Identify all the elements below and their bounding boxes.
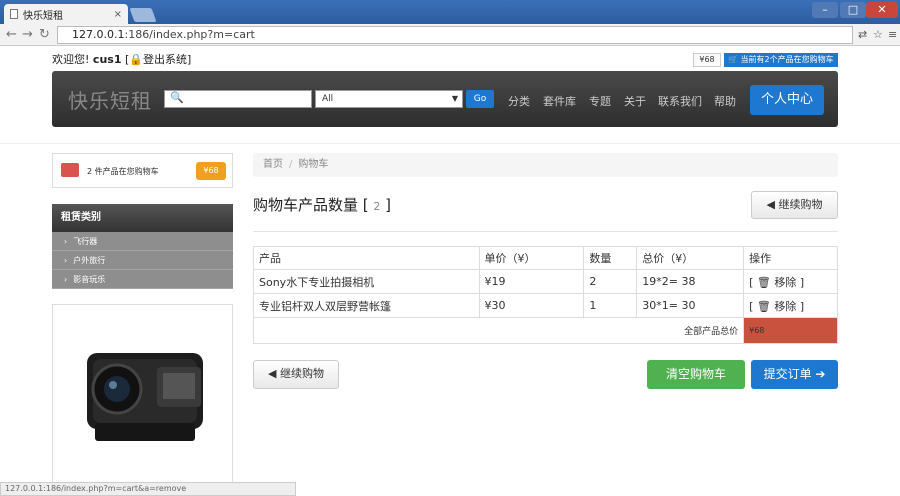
sidebar-item-aircraft[interactable]: › 飞行器 — [52, 232, 233, 251]
search-go-button[interactable]: Go — [466, 90, 494, 108]
title-rule — [253, 231, 838, 232]
welcome-text: 欢迎您! — [52, 53, 90, 66]
translate-icon[interactable]: ⇄ — [858, 28, 867, 41]
remove-link[interactable]: [ 🗑 移除 ] — [743, 293, 838, 318]
clear-cart-button[interactable]: 清空购物车 — [647, 360, 745, 389]
mini-cart-price: ¥68 — [693, 53, 721, 67]
forward-icon[interactable]: → — [22, 27, 33, 42]
header-qty: 数量 — [583, 246, 638, 270]
trash-icon: 🗑 — [756, 275, 771, 289]
arrow-left-icon: ◀ — [268, 367, 280, 380]
header-product: 产品 — [253, 246, 480, 270]
maximize-icon[interactable]: □ — [840, 2, 866, 18]
user-center-button[interactable]: 个人中心 — [750, 85, 824, 115]
product-name[interactable]: Sony水下专业拍摄相机 — [253, 269, 480, 294]
sidebar-cart-price: ¥68 — [196, 162, 226, 180]
featured-product-panel[interactable] — [52, 304, 233, 489]
tab-title: 快乐短租 — [23, 10, 63, 22]
continue-shopping-button-top[interactable]: ◀ 继续购物 — [751, 191, 838, 219]
minimize-icon[interactable]: – — [812, 2, 838, 18]
unit-price: ¥19 — [478, 269, 585, 294]
nav-link-kits[interactable]: 套件库 — [543, 93, 576, 109]
search-icon: 🔍 — [170, 91, 184, 104]
row-total: 30*1= 30 — [636, 293, 745, 318]
new-tab-button[interactable] — [129, 8, 157, 22]
nav-link-category[interactable]: 分类 — [508, 93, 530, 109]
total-label: 全部产品总价 — [252, 317, 745, 344]
browser-tabbar: 快乐短租 × – □ ✕ — [0, 0, 900, 24]
header-action: 操作 — [743, 246, 838, 270]
category-select-value: All — [322, 94, 334, 104]
cart-icon — [61, 163, 79, 177]
breadcrumb-home[interactable]: 首页 — [263, 159, 283, 170]
welcome-line: 欢迎您! cus1 [🔒登出系统] — [52, 51, 191, 67]
row-total: 19*2= 38 — [636, 269, 745, 294]
chevron-right-icon: › — [64, 237, 68, 246]
nav-link-contact[interactable]: 联系我们 — [658, 93, 702, 109]
total-value: ¥68 — [743, 317, 838, 344]
address-bar: ← → ↻ 127.0.0.1:186/index.php?m=cart ⇄ ☆… — [0, 24, 900, 46]
back-icon[interactable]: ← — [6, 27, 17, 42]
remove-link[interactable]: [ 🗑 移除 ] — [743, 269, 838, 294]
header-divider — [0, 143, 900, 144]
main-navbar: 快乐短租 🔍 All ▼ Go 分类 套件库 专题 关于 联系我们 帮助 个人中… — [52, 71, 838, 127]
quantity: 2 — [583, 269, 638, 294]
browser-status-bar: 127.0.0.1:186/index.php?m=cart&a=remove — [0, 482, 296, 496]
header-unit-price: 单价（¥） — [478, 246, 585, 270]
tab-close-icon[interactable]: × — [114, 9, 122, 20]
logout-link[interactable]: [🔒登出系统] — [125, 53, 191, 66]
product-name[interactable]: 专业铝杆双人双层野营帐篷 — [253, 293, 480, 318]
bookmark-star-icon[interactable]: ☆ — [873, 28, 883, 41]
chevron-right-icon: › — [64, 275, 68, 284]
page-icon — [10, 9, 18, 19]
mini-cart-button[interactable]: 🛒 当前有2个产品在您购物车 — [724, 53, 838, 67]
sidebar-cart-text: 2 件产品在您购物车 — [87, 167, 159, 176]
username: cus1 — [92, 53, 122, 66]
category-heading: 租赁类别 — [52, 204, 233, 232]
camera-image — [87, 353, 203, 441]
close-window-icon[interactable]: ✕ — [866, 2, 898, 18]
chevron-right-icon: › — [64, 256, 68, 265]
breadcrumb-current: 购物车 — [298, 159, 329, 170]
nav-link-about[interactable]: 关于 — [624, 93, 646, 109]
browser-tab[interactable]: 快乐短租 × — [4, 4, 128, 24]
breadcrumb: 首页 / 购物车 — [253, 153, 838, 177]
cart-table: 产品 单价（¥） 数量 总价（¥） 操作 Sony水下专业拍摄相机 ¥19 2 … — [252, 246, 838, 344]
header-total: 总价（¥） — [636, 246, 745, 270]
quantity: 1 — [583, 293, 638, 318]
submit-order-button[interactable]: 提交订单 ➔ — [751, 360, 838, 389]
nav-link-help[interactable]: 帮助 — [714, 93, 736, 109]
menu-icon[interactable]: ≡ — [888, 28, 897, 41]
category-select[interactable]: All ▼ — [315, 90, 463, 108]
trash-icon: 🗑 — [756, 299, 771, 313]
cart-count: 2 — [373, 200, 381, 213]
sidebar-item-outdoor[interactable]: › 户外旅行 — [52, 251, 233, 270]
table-row: Sony水下专业拍摄相机 ¥19 2 19*2= 38 [ 🗑 移除 ] — [253, 269, 838, 294]
sidebar-item-media[interactable]: › 影音玩乐 — [52, 270, 233, 289]
url-field[interactable]: 127.0.0.1:186/index.php?m=cart — [57, 26, 853, 44]
page-title: 购物车产品数量 [ 2 ] — [253, 196, 392, 214]
continue-shopping-button-bottom[interactable]: ◀ 继续购物 — [253, 360, 339, 389]
search-input[interactable]: 🔍 — [164, 90, 312, 108]
total-row: 全部产品总价 ¥68 — [252, 317, 838, 344]
chevron-down-icon: ▼ — [451, 94, 458, 103]
arrow-left-icon: ◀ — [766, 198, 779, 211]
reload-icon[interactable]: ↻ — [39, 27, 50, 42]
nav-link-topics[interactable]: 专题 — [589, 93, 611, 109]
table-header-row: 产品 单价（¥） 数量 总价（¥） 操作 — [253, 246, 838, 270]
sidebar-cart-widget[interactable]: 2 件产品在您购物车 ¥68 — [52, 153, 233, 188]
table-row: 专业铝杆双人双层野营帐篷 ¥30 1 30*1= 30 [ 🗑 移除 ] — [253, 293, 838, 318]
brand-logo[interactable]: 快乐短租 — [68, 85, 152, 114]
unit-price: ¥30 — [478, 293, 585, 318]
